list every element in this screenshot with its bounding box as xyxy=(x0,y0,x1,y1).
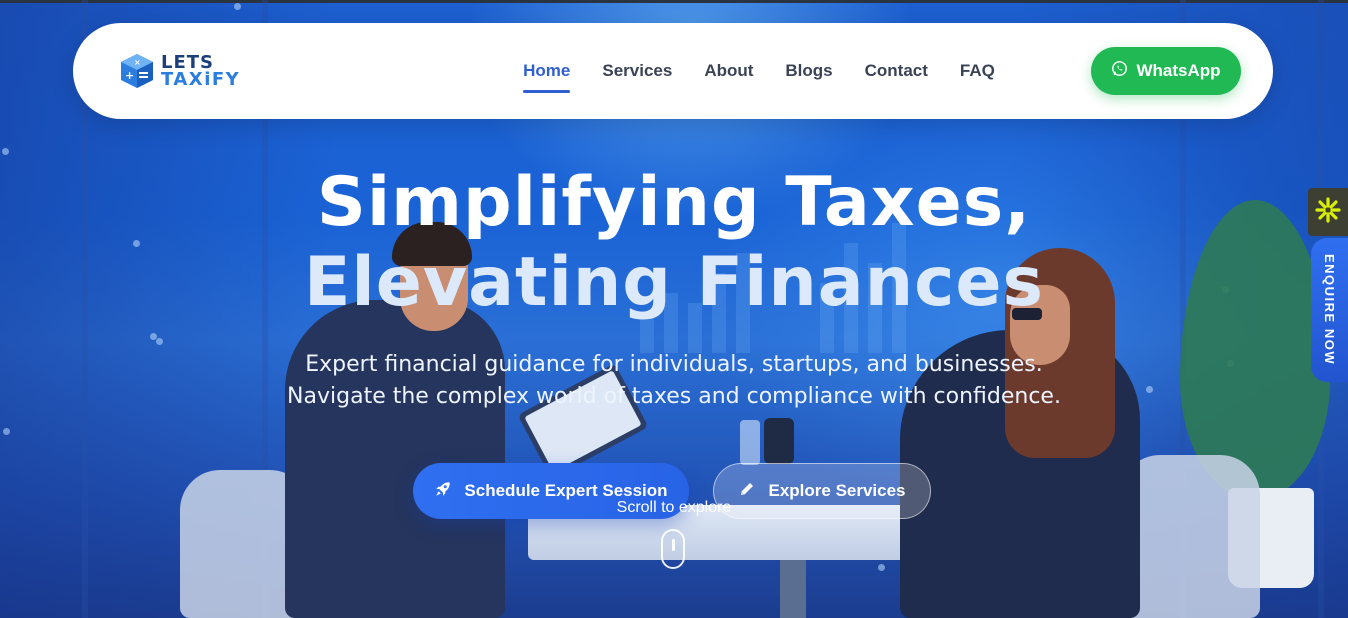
navbar: + × LETS TAXiFY Home Services About Blog… xyxy=(73,23,1273,119)
table-leg xyxy=(780,560,806,618)
nav-about[interactable]: About xyxy=(704,55,753,87)
bottle xyxy=(764,418,794,464)
nav-home[interactable]: Home xyxy=(523,55,571,93)
nav-blogs[interactable]: Blogs xyxy=(785,55,832,87)
top-border xyxy=(0,0,1348,3)
scroll-mouse-icon[interactable] xyxy=(661,529,685,569)
enquire-now-tab[interactable]: ENQUIRE NOW xyxy=(1311,238,1348,382)
logo[interactable]: + × LETS TAXiFY xyxy=(117,51,257,91)
asterisk-icon xyxy=(1314,196,1342,228)
main-nav: Home Services About Blogs Contact FAQ xyxy=(523,55,995,93)
particle xyxy=(2,148,9,155)
particle xyxy=(3,428,10,435)
logo-box-icon: + × xyxy=(117,51,157,91)
whatsapp-label: WhatsApp xyxy=(1136,61,1221,80)
nav-faq[interactable]: FAQ xyxy=(960,55,995,87)
svg-text:+: + xyxy=(125,69,134,82)
particle xyxy=(878,564,885,571)
nav-contact[interactable]: Contact xyxy=(865,55,928,87)
svg-text:×: × xyxy=(134,58,141,67)
hero-subtitle-line2: Navigate the complex world of taxes and … xyxy=(287,384,1061,409)
hero-headline-line2: Elevating Finances xyxy=(303,243,1045,322)
enquire-now-label: ENQUIRE NOW xyxy=(1322,254,1337,366)
particle xyxy=(234,3,241,10)
particle xyxy=(156,338,163,345)
man-body xyxy=(285,300,505,618)
logo-text-line2: TAXiFY xyxy=(161,69,241,90)
scroll-hint: Scroll to explore xyxy=(616,499,732,516)
chair-right xyxy=(1120,455,1260,618)
whatsapp-icon xyxy=(1111,60,1128,82)
logo-text: LETS TAXiFY xyxy=(161,54,241,90)
schedule-session-label: Schedule Expert Session xyxy=(464,481,668,500)
hero-subtitle-line1: Expert financial guidance for individual… xyxy=(305,352,1043,377)
explore-services-label: Explore Services xyxy=(768,481,906,500)
nav-services[interactable]: Services xyxy=(602,55,672,87)
water-glass xyxy=(740,420,760,465)
hero-headline-line1: Simplifying Taxes, xyxy=(316,163,1032,242)
whatsapp-button[interactable]: WhatsApp xyxy=(1091,47,1241,95)
side-widget[interactable] xyxy=(1308,188,1348,236)
